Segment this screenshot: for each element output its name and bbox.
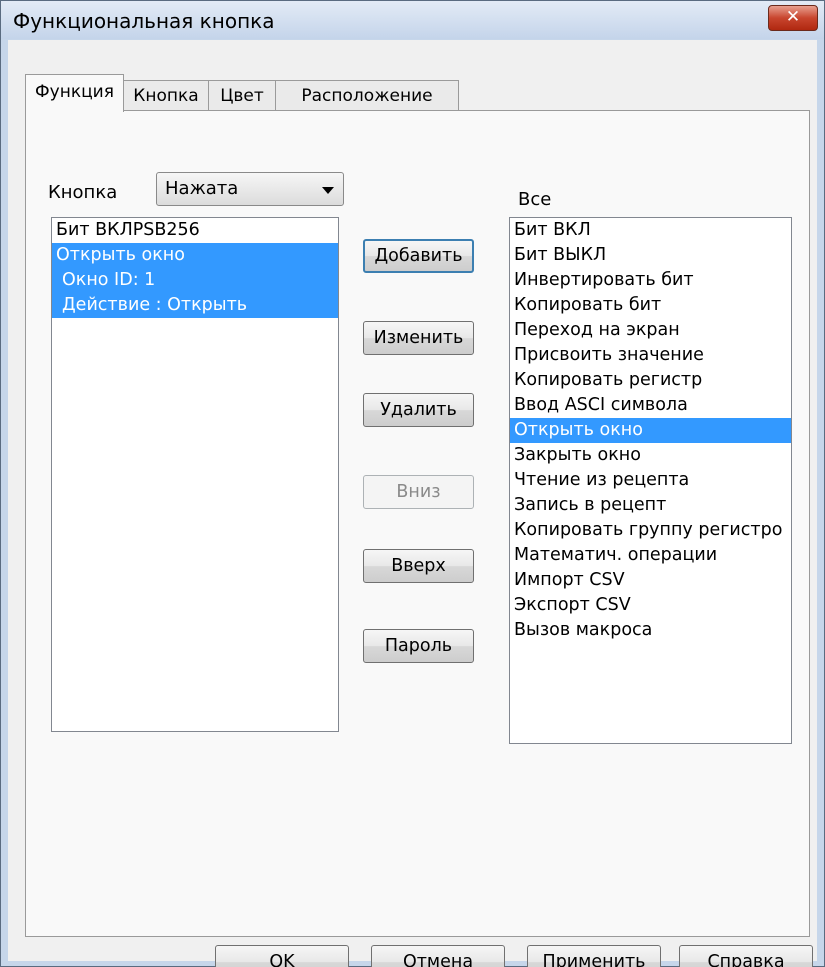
list-item[interactable]: Открыть окно (510, 418, 791, 443)
list-item[interactable]: Копировать бит (510, 293, 791, 318)
list-item[interactable]: Запись в рецепт (510, 493, 791, 518)
list-item[interactable]: Присвоить значение (510, 343, 791, 368)
title-bar[interactable]: Функциональная кнопка ✕ (1, 1, 824, 39)
function-tab-panel: Кнопка Нажата Бит ВКЛPSB256 Открыть окно О… (25, 110, 810, 937)
move-down-button[interactable]: Вниз (363, 475, 474, 509)
all-functions-list[interactable]: Бит ВКЛ Бит ВЫКЛ Инвертировать бит Копирова… (509, 217, 792, 744)
list-item[interactable]: Импорт CSV (510, 568, 791, 593)
add-button[interactable]: Добавить (363, 239, 474, 273)
list-item[interactable]: Инвертировать бит (510, 268, 791, 293)
list-item[interactable]: Копировать группу регистро (510, 518, 791, 543)
close-icon: ✕ (785, 7, 801, 27)
window-title: Функциональная кнопка (13, 9, 275, 33)
tab-color[interactable]: Цвет (208, 80, 276, 112)
password-button[interactable]: Пароль (363, 629, 474, 663)
close-button[interactable]: ✕ (768, 5, 818, 31)
dialog-window: Функциональная кнопка ✕ Функция Кнопка Ц… (0, 0, 825, 967)
list-item[interactable]: Открыть окно (52, 243, 338, 268)
tab-button[interactable]: Кнопка (123, 80, 209, 112)
list-item[interactable]: Бит ВКЛ (510, 218, 791, 243)
list-item[interactable]: Экспорт CSV (510, 593, 791, 618)
list-item[interactable]: Бит ВКЛPSB256 (52, 218, 338, 243)
list-item[interactable]: Ввод ASCI символа (510, 393, 791, 418)
list-item[interactable]: Математич. операции (510, 543, 791, 568)
button-state-label: Кнопка (48, 182, 118, 203)
button-state-value: Нажата (165, 178, 239, 199)
move-up-button[interactable]: Вверх (363, 549, 474, 583)
cancel-button[interactable]: Отмена (371, 945, 505, 967)
all-functions-label: Все (518, 189, 552, 210)
list-item[interactable]: Вызов макроса (510, 618, 791, 643)
list-item[interactable]: Бит ВЫКЛ (510, 243, 791, 268)
apply-button[interactable]: Применить (527, 945, 661, 967)
assigned-actions-list[interactable]: Бит ВКЛPSB256 Открыть окно Окно ID: 1 Дейст… (51, 217, 339, 732)
dialog-client: Функция Кнопка Цвет Расположение Кнопка … (8, 40, 817, 967)
chevron-down-icon (322, 187, 334, 194)
list-item[interactable]: Чтение из рецепта (510, 468, 791, 493)
list-item[interactable]: Окно ID: 1 (52, 268, 338, 293)
button-state-dropdown[interactable]: Нажата (156, 172, 344, 206)
list-item[interactable]: Переход на экран (510, 318, 791, 343)
ok-button[interactable]: OK (215, 945, 349, 967)
list-item[interactable]: Закрыть окно (510, 443, 791, 468)
tab-position[interactable]: Расположение (275, 80, 459, 112)
list-item[interactable]: Копировать регистр (510, 368, 791, 393)
delete-button[interactable]: Удалить (363, 393, 474, 427)
edit-button[interactable]: Изменить (363, 321, 474, 355)
tab-function[interactable]: Функция (25, 74, 124, 112)
list-item[interactable]: Действие : Открыть (52, 293, 338, 318)
help-button[interactable]: Справка (679, 945, 813, 967)
